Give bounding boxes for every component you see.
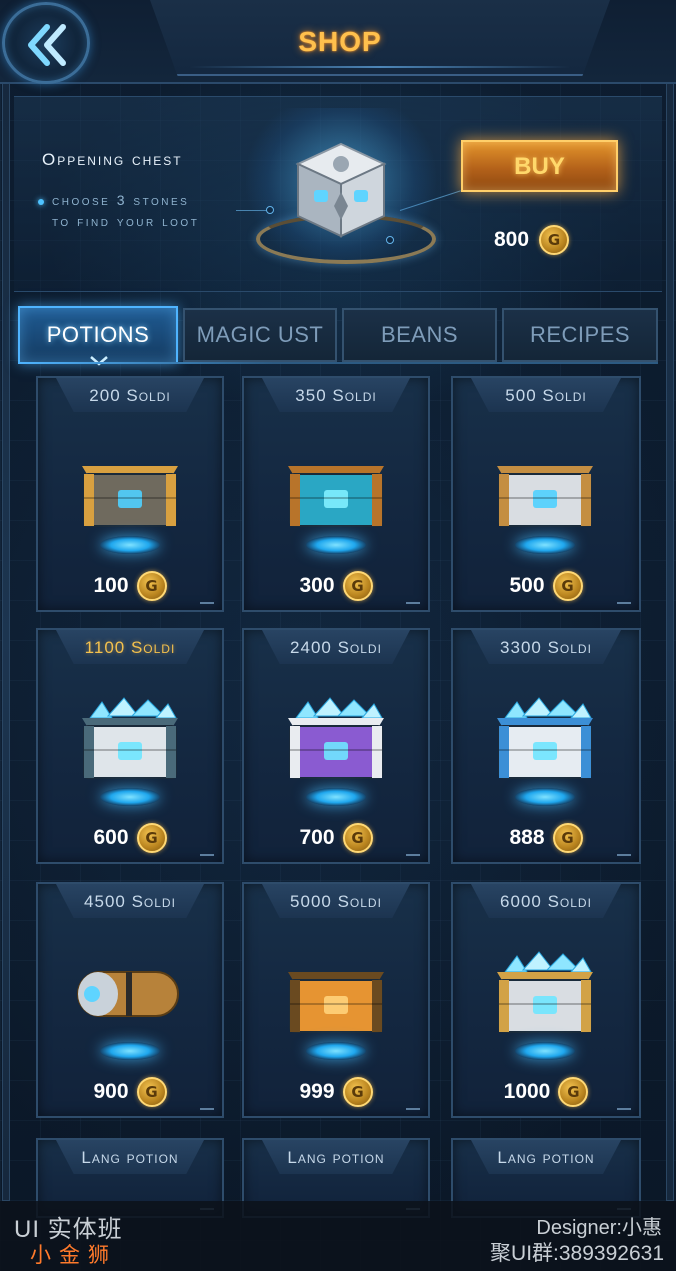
gold-gem-chest-icon: [497, 951, 593, 1033]
item-price-amount: 1000: [503, 1080, 551, 1103]
item-card[interactable]: 4500 Soldi 900: [36, 882, 224, 1118]
page-title: SHOP: [298, 26, 382, 57]
gold-crate-icon: [82, 466, 178, 527]
item-title: 5000 Soldi: [290, 892, 382, 911]
glow-pedestal: [515, 536, 575, 554]
open-gem-chest-icon: [82, 697, 178, 779]
item-card[interactable]: 3300 Soldi 888: [451, 628, 641, 864]
item-title: Lang potion: [287, 1148, 385, 1167]
back-button[interactable]: [2, 2, 90, 84]
item-price-amount: 300: [299, 574, 335, 597]
gold-coin-icon: [136, 823, 167, 853]
glow-pedestal: [515, 1042, 575, 1060]
featured-price-amount: 800: [494, 228, 530, 251]
gold-coin-icon: [558, 1077, 589, 1107]
item-card[interactable]: 6000 Soldi 1000: [451, 882, 641, 1118]
white-crate-icon: [497, 466, 593, 527]
gold-coin-icon: [342, 823, 373, 853]
item-price: 700: [244, 822, 428, 854]
designer-credit: Designer:小惠: [536, 1217, 662, 1239]
cyan-crate-icon: [288, 466, 384, 527]
blue-gem-chest-icon: [497, 697, 593, 779]
glow-pedestal: [515, 788, 575, 806]
tab-recipes[interactable]: RECIPES: [502, 308, 658, 362]
bullet-icon: [38, 199, 44, 205]
item-price-amount: 999: [299, 1080, 335, 1103]
item-title: 500 Soldi: [505, 386, 587, 405]
item-price: 999: [244, 1076, 428, 1108]
header-bar: SHOP: [0, 0, 676, 84]
category-tabs: POTIONS MAGIC UST BEANS RECIPES: [18, 306, 658, 366]
item-price: 1000: [453, 1076, 639, 1108]
item-title: 350 Soldi: [295, 386, 377, 405]
item-price: 888: [453, 822, 639, 854]
gold-coin-icon: [552, 571, 583, 601]
item-price: 100: [38, 570, 222, 602]
item-price-amount: 900: [93, 1080, 129, 1103]
featured-title: Oppening chest: [42, 150, 183, 169]
tab-label: RECIPES: [529, 322, 631, 347]
glow-pedestal: [306, 788, 366, 806]
tab-label: MAGIC UST: [196, 322, 324, 347]
item-price: 900: [38, 1076, 222, 1108]
purple-gem-chest-icon: [288, 697, 384, 779]
buy-button-label: BUY: [514, 153, 565, 180]
shop-screen: SHOP Oppening chest choose 3 stones to f…: [0, 0, 676, 1271]
gold-coin-icon: [136, 571, 167, 601]
item-title: 3300 Soldi: [500, 638, 592, 657]
gold-coin-icon: [539, 225, 570, 255]
featured-price: 800: [494, 224, 570, 256]
item-card[interactable]: 200 Soldi 100: [36, 376, 224, 612]
glow-pedestal: [306, 536, 366, 554]
item-price-amount: 600: [93, 826, 129, 849]
item-title: Lang potion: [81, 1148, 179, 1167]
caret-down-icon: [90, 356, 108, 366]
glow-pedestal: [306, 1042, 366, 1060]
buy-button[interactable]: BUY: [461, 140, 618, 192]
item-price: 300: [244, 570, 428, 602]
item-title: 2400 Soldi: [290, 638, 382, 657]
item-card[interactable]: 500 Soldi 500: [451, 376, 641, 612]
item-title: 4500 Soldi: [84, 892, 176, 911]
watermark-bar: UI 实体班 小金狮 Designer:小惠 聚UI群:389392631: [0, 1201, 676, 1271]
item-price: 600: [38, 822, 222, 854]
glow-pedestal: [100, 536, 160, 554]
item-card[interactable]: 5000 Soldi 999: [242, 882, 430, 1118]
featured-description-line-2: to find your loot: [52, 213, 200, 229]
item-title: 1100 Soldi: [84, 638, 176, 657]
item-price-amount: 100: [93, 574, 129, 597]
tab-label: BEANS: [380, 322, 459, 347]
item-price-amount: 888: [509, 826, 545, 849]
item-title: 6000 Soldi: [500, 892, 592, 911]
gold-coin-icon: [552, 823, 583, 853]
gold-coin-icon: [136, 1077, 167, 1107]
group-number: 聚UI群:389392631: [490, 1242, 664, 1265]
item-title: Lang potion: [497, 1148, 595, 1167]
tab-label: POTIONS: [46, 322, 150, 347]
item-price-amount: 500: [509, 574, 545, 597]
item-title: 200 Soldi: [89, 386, 171, 405]
orange-crate-icon: [288, 972, 384, 1033]
capsule-icon: [77, 971, 179, 1017]
featured-description-line-1: choose 3 stones: [52, 192, 190, 208]
tab-beans[interactable]: BEANS: [342, 308, 497, 362]
tab-magic-ust[interactable]: MAGIC UST: [183, 308, 337, 362]
item-card[interactable]: 1100 Soldi 600: [36, 628, 224, 864]
item-card[interactable]: 350 Soldi 300: [242, 376, 430, 612]
item-price-amount: 700: [299, 826, 335, 849]
glow-pedestal: [100, 1042, 160, 1060]
gold-coin-icon: [342, 571, 373, 601]
double-chevron-left-icon: [28, 24, 66, 66]
glow-pedestal: [100, 788, 160, 806]
right-frame-rail: [666, 70, 674, 1201]
tabs-underline: [18, 362, 658, 364]
silver-cube-chest-icon[interactable]: [286, 138, 396, 242]
gold-coin-icon: [342, 1077, 373, 1107]
item-price: 500: [453, 570, 639, 602]
tab-potions[interactable]: POTIONS: [18, 306, 178, 366]
left-frame-rail: [2, 70, 10, 1201]
author-name: 小金狮: [30, 1244, 117, 1267]
item-card[interactable]: 2400 Soldi 700: [242, 628, 430, 864]
